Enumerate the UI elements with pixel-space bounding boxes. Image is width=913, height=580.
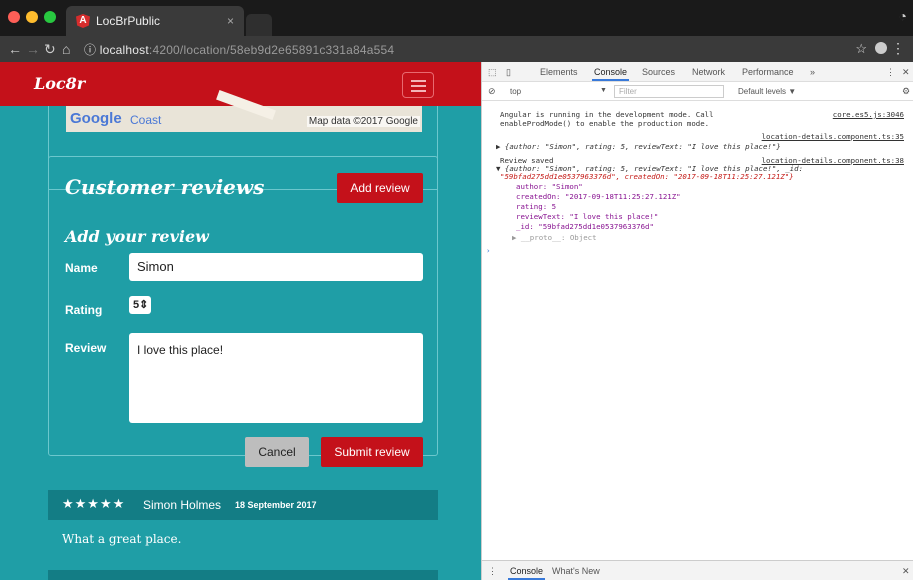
reviews-panel: Customer reviews Add review Add your rev… (48, 156, 438, 467)
angular-icon: A (76, 14, 90, 28)
reload-icon[interactable]: ↻ (44, 41, 56, 58)
close-tab-icon[interactable]: × (227, 14, 234, 28)
address-bar: ← → ↻ ⌂ ⓘ localhost:4200/location/58eb9d… (0, 36, 913, 62)
tab-console[interactable]: Console (591, 67, 630, 81)
google-logo: Google (70, 110, 122, 127)
map-label-coast: Coast (130, 113, 162, 127)
device-toolbar-icon[interactable]: ▯ (506, 67, 511, 78)
source-link[interactable]: core.es5.js:3046 (833, 110, 904, 119)
map-image[interactable]: Google Coast Map data ©2017 Google (66, 90, 422, 132)
name-label: Name (65, 261, 98, 275)
devtools-drawer: ⋮ Console What's New ✕ (482, 560, 913, 580)
close-drawer-icon[interactable]: ✕ (902, 566, 910, 577)
rating-select[interactable]: 5⇕ (129, 296, 151, 314)
map-attribution: Map data ©2017 Google (306, 116, 420, 127)
devtools-panel: ⬚ ▯ Elements Console Sources Network Per… (481, 62, 913, 580)
review-date: 18 September 2017 (235, 500, 317, 510)
devtools-tabbar: ⬚ ▯ Elements Console Sources Network Per… (482, 62, 913, 82)
filter-input[interactable]: Filter (614, 85, 724, 98)
console-toolbar: ⊘ top ▼ Filter Default levels ▼ ⚙ (482, 83, 913, 101)
review-label: Review (65, 341, 107, 355)
console-message: enableProdMode() to enable the productio… (500, 119, 710, 128)
prop-proto[interactable]: ▶ __proto__: Object (512, 233, 597, 242)
extension-icon[interactable] (875, 42, 887, 54)
web-page: Loc8r Google Coast Map data ©2017 Google… (0, 62, 481, 580)
clear-console-icon[interactable]: ⊘ (488, 86, 496, 97)
reviews-heading: Customer reviews (65, 175, 265, 199)
home-icon[interactable]: ⌂ (62, 41, 70, 57)
tab-sources[interactable]: Sources (642, 67, 675, 77)
prop-created: createdOn: "2017-09-18T11:25:27.121Z" (516, 192, 681, 201)
console-object[interactable]: ▶ {author: "Simon", rating: 5, reviewTex… (496, 142, 781, 151)
close-window-button[interactable] (8, 11, 20, 23)
maximize-window-button[interactable] (44, 11, 56, 23)
add-review-button[interactable]: Add review (337, 173, 423, 203)
title-bar: A LocBrPublic × ◔ (0, 0, 913, 36)
browser-tab-active[interactable]: A LocBrPublic × (66, 6, 244, 36)
review-form-heading: Add your review (65, 227, 209, 246)
rating-value: 5 (133, 299, 140, 311)
source-link[interactable]: location-details.component.ts:35 (762, 132, 904, 141)
review-header (48, 570, 438, 580)
review-text: What a great place. (48, 520, 438, 570)
forward-icon[interactable]: → (26, 41, 40, 57)
more-tabs-icon[interactable]: » (810, 67, 815, 77)
close-devtools-icon[interactable]: ✕ (902, 67, 910, 78)
cancel-button[interactable]: Cancel (245, 437, 309, 467)
tab-title: LocBrPublic (96, 14, 161, 28)
console-object-line: "59bfad275dd1e0537963376d", createdOn: "… (500, 172, 794, 181)
prop-reviewtext: reviewText: "I love this place!" (516, 212, 659, 221)
url-path: :4200/location/58eb9d2e65891c331a84a554 (148, 43, 395, 57)
prop-author: author: "Simon" (516, 182, 583, 191)
review-textarea[interactable]: I love this place! (129, 333, 423, 423)
tab-network[interactable]: Network (692, 67, 725, 77)
url-field[interactable]: ⓘ localhost:4200/location/58eb9d2e65891c… (84, 41, 394, 58)
console-settings-icon[interactable]: ⚙ (902, 86, 910, 97)
console-prompt[interactable]: › (486, 246, 490, 255)
browser-menu-icon[interactable]: ⋮ (891, 40, 905, 57)
drawer-tab-console[interactable]: Console (507, 566, 546, 580)
context-dropdown-icon[interactable]: ▼ (600, 87, 607, 94)
submit-review-button[interactable]: Submit review (321, 437, 423, 467)
drawer-tab-whats-new[interactable]: What's New (552, 566, 600, 576)
prop-id: _id: "59bfad275dd1e0537963376d" (516, 222, 654, 231)
tab-elements[interactable]: Elements (540, 67, 578, 77)
prop-rating: rating: 5 (516, 202, 557, 211)
minimize-window-button[interactable] (26, 11, 38, 23)
incognito-icon: ◔ (898, 8, 907, 24)
console-message: Angular is running in the development mo… (500, 110, 714, 119)
brand-logo[interactable]: Loc8r (34, 74, 85, 93)
back-icon[interactable]: ← (8, 41, 22, 57)
name-input[interactable]: Simon (129, 253, 423, 281)
drawer-menu-icon[interactable]: ⋮ (488, 566, 497, 577)
context-select[interactable]: top (510, 87, 521, 96)
devtools-menu-icon[interactable]: ⋮ (886, 67, 895, 78)
review-header: ★★★★★ Simon Holmes 18 September 2017 (48, 490, 438, 520)
inspect-icon[interactable]: ⬚ (488, 67, 497, 78)
levels-dropdown[interactable]: Default levels ▼ (738, 87, 796, 96)
url-host: localhost (99, 43, 149, 57)
tab-performance[interactable]: Performance (742, 67, 794, 77)
new-tab-button[interactable] (246, 14, 272, 36)
browser-chrome: A LocBrPublic × ◔ ← → ↻ ⌂ ⓘ localhost:42… (0, 0, 913, 62)
rating-label: Rating (65, 303, 103, 317)
rating-stars: ★★★★★ (62, 496, 126, 511)
review-author: Simon Holmes (143, 498, 222, 512)
bookmark-star-icon[interactable]: ☆ (855, 41, 867, 57)
hamburger-menu-icon[interactable] (402, 72, 434, 98)
